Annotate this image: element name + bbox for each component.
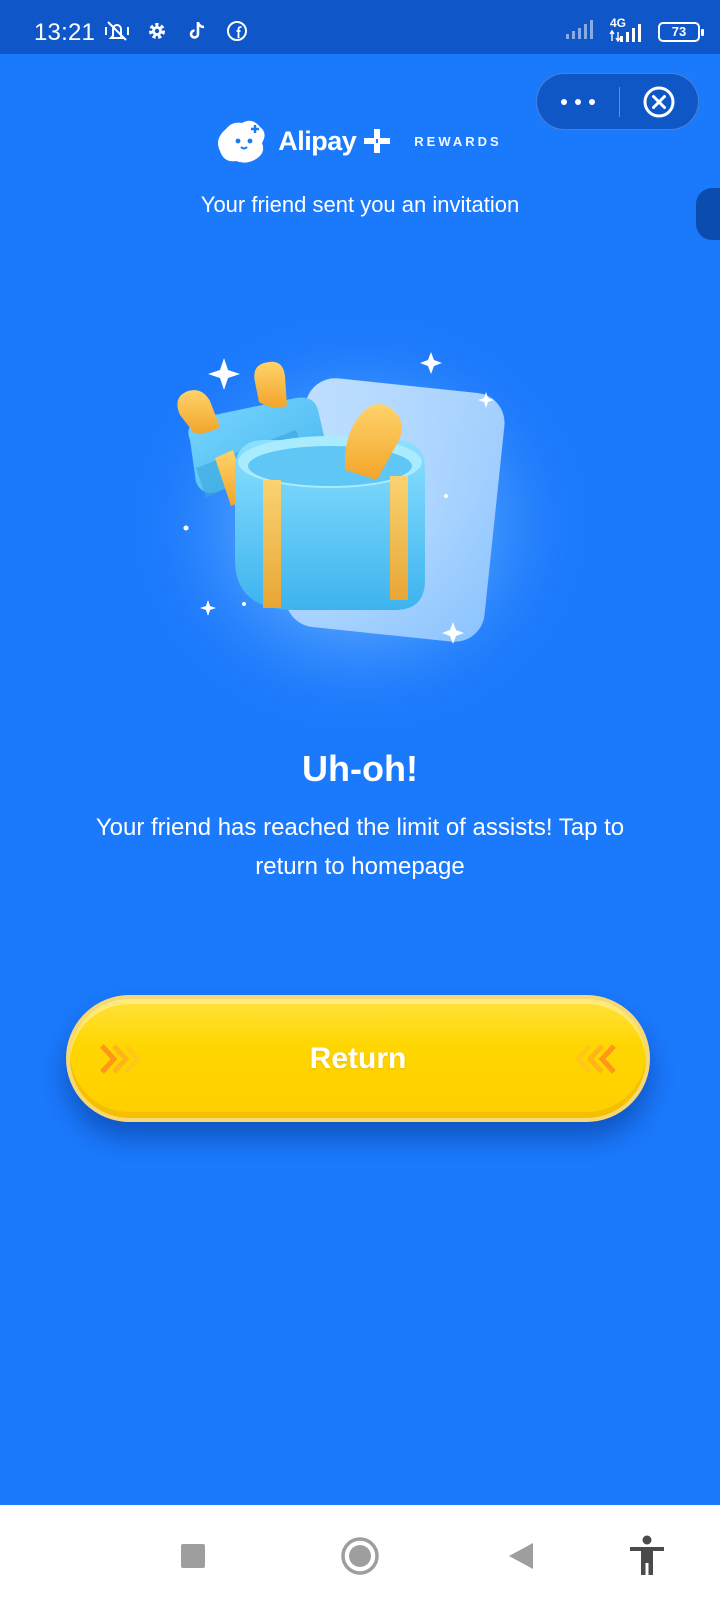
open-gift-box-illustration — [125, 300, 595, 730]
headline: Uh-oh! — [302, 748, 418, 789]
plus-icon — [364, 129, 391, 153]
limit-message: Your friend has reached the limit of ass… — [95, 814, 625, 880]
battery-icon: 73 — [658, 21, 704, 42]
alipay-mascot-icon — [218, 120, 265, 163]
status-notification-icons — [104, 18, 250, 44]
recents-square-icon[interactable] — [170, 1533, 216, 1579]
logo-name: Alipay — [278, 125, 357, 156]
tiktok-icon — [184, 18, 210, 44]
network-type: 4G — [606, 16, 650, 44]
status-bar: 13:21 4G 73 — [0, 0, 720, 54]
invite-text: Your friend sent you an invitation — [200, 192, 520, 217]
facebook-icon — [224, 18, 250, 44]
close-circle-icon — [643, 86, 675, 117]
alipay-rewards-logo: Alipay REWARDS — [0, 119, 720, 163]
return-label: Return — [309, 1041, 407, 1075]
settings-gear-icon — [144, 18, 170, 44]
status-time: 13:21 — [34, 19, 96, 46]
chevrons-left-icon — [574, 1043, 616, 1074]
system-navigation-bar — [0, 1505, 720, 1600]
vibrate-off-icon — [104, 18, 130, 44]
signal-icon — [564, 18, 598, 45]
home-circle-icon[interactable] — [337, 1533, 383, 1579]
back-triangle-icon[interactable] — [498, 1533, 544, 1579]
return-button[interactable]: Return — [66, 995, 650, 1122]
logo-tagline: REWARDS — [414, 133, 502, 149]
status-system-icons: 4G 73 — [564, 16, 704, 45]
chevrons-right-icon — [100, 1043, 142, 1074]
accessibility-icon[interactable] — [624, 1533, 670, 1579]
